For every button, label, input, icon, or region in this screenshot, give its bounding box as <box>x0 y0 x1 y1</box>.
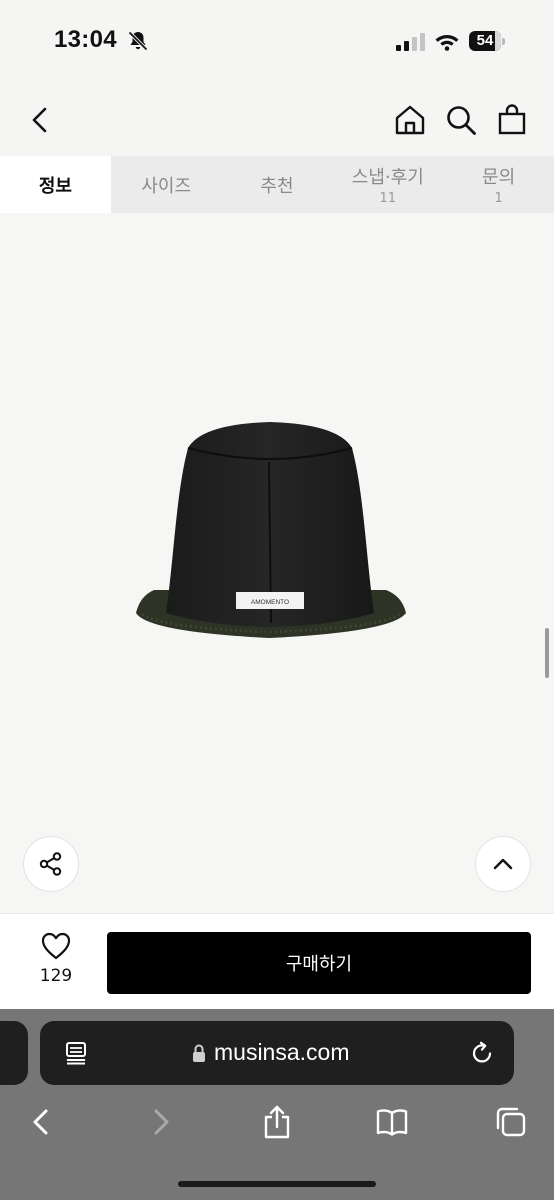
like-count: 129 <box>39 966 73 986</box>
product-tabs: 정보 사이즈 추천 스냅·후기 11 문의 1 <box>0 156 554 213</box>
url-text: musinsa.com <box>214 1039 350 1065</box>
address-bar[interactable]: musinsa.com <box>40 1021 514 1085</box>
like-button[interactable]: 129 <box>30 932 82 992</box>
scrollbar[interactable] <box>545 628 549 678</box>
tab-inquiry[interactable]: 문의 1 <box>443 156 554 213</box>
reload-icon[interactable] <box>470 1041 494 1065</box>
scroll-to-top-button[interactable] <box>475 836 531 892</box>
share-sheet-icon[interactable] <box>261 1105 293 1139</box>
share-button[interactable] <box>23 836 79 892</box>
hat-label-text: AMOMENTO <box>251 599 289 606</box>
browser-back-icon[interactable] <box>26 1105 58 1139</box>
chevron-up-icon <box>493 858 513 870</box>
home-icon[interactable] <box>394 104 426 136</box>
browser-forward-icon[interactable] <box>144 1105 176 1139</box>
tab-label: 추천 <box>260 175 294 197</box>
battery-cap <box>502 38 505 45</box>
status-time: 13:04 <box>54 26 117 53</box>
status-bar: 13:04 54 <box>0 0 554 84</box>
battery-indicator: 54 <box>469 31 505 51</box>
bucket-hat-image: AMOMENTO <box>136 422 406 638</box>
buy-button[interactable]: 구매하기 <box>107 932 531 994</box>
back-icon[interactable] <box>28 106 52 134</box>
cellular-signal-icon <box>396 33 425 51</box>
tab-label: 스냅·후기 <box>351 167 424 188</box>
tab-recommend[interactable]: 추천 <box>222 156 333 213</box>
share-icon <box>39 852 62 876</box>
tab-info[interactable]: 정보 <box>0 156 111 213</box>
tab-label: 사이즈 <box>141 175 192 197</box>
tab-label: 문의 <box>482 167 516 188</box>
tab-size[interactable]: 사이즈 <box>111 156 222 213</box>
tab-count: 1 <box>494 191 503 206</box>
search-icon[interactable] <box>445 104 477 136</box>
browser-chrome: musinsa.com <box>0 1009 554 1200</box>
home-indicator[interactable] <box>178 1181 376 1187</box>
bell-muted-icon <box>128 31 148 51</box>
page-menu-icon[interactable] <box>64 1041 88 1065</box>
tabs-overview-icon[interactable] <box>494 1105 526 1139</box>
bookmarks-icon[interactable] <box>376 1105 408 1139</box>
shopping-bag-icon[interactable] <box>496 103 528 135</box>
nav-header <box>0 84 554 156</box>
lock-icon <box>193 1044 205 1062</box>
heart-icon <box>41 932 71 960</box>
tab-count: 11 <box>379 191 397 206</box>
previous-tab-preview[interactable] <box>0 1021 28 1085</box>
wifi-icon <box>435 35 459 51</box>
tab-snap-review[interactable]: 스냅·후기 11 <box>332 156 443 213</box>
product-image-area: AMOMENTO <box>0 213 554 913</box>
purchase-bar: 129 구매하기 <box>0 913 554 1009</box>
tab-label: 정보 <box>38 175 72 197</box>
battery-level: 54 <box>469 31 501 51</box>
